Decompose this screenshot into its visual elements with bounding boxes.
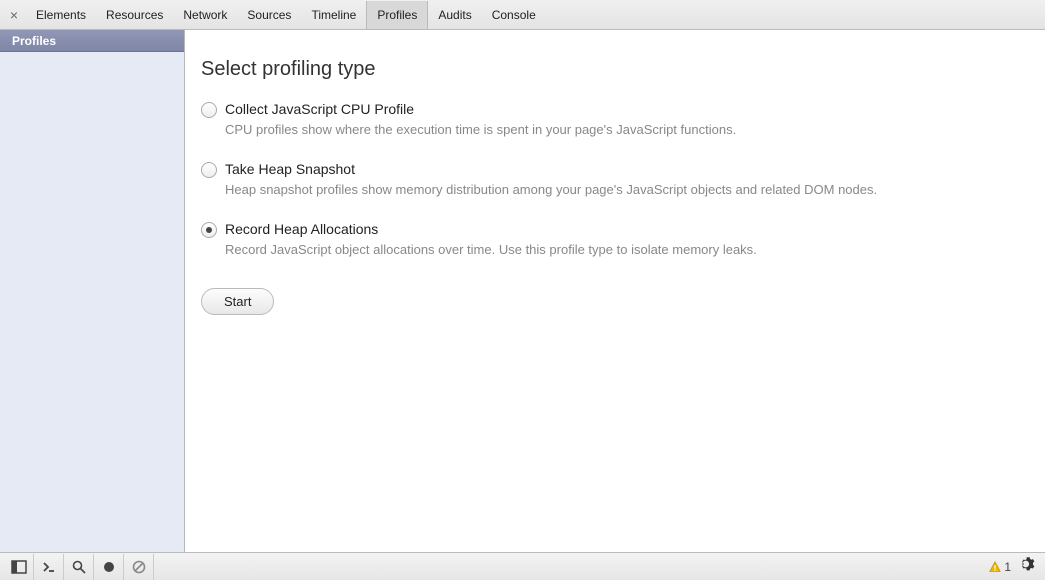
option-desc: CPU profiles show where the execution ti… bbox=[225, 121, 1035, 139]
radio-icon[interactable] bbox=[201, 102, 217, 118]
clear-icon[interactable] bbox=[124, 554, 154, 580]
warning-indicator[interactable]: 1 bbox=[988, 560, 1011, 574]
option-desc: Heap snapshot profiles show memory distr… bbox=[225, 181, 1035, 199]
tab-label: Network bbox=[183, 8, 227, 22]
sidebar-header: Profiles bbox=[0, 30, 184, 52]
search-icon[interactable] bbox=[64, 554, 94, 580]
tab-label: Sources bbox=[247, 8, 291, 22]
record-icon[interactable] bbox=[94, 554, 124, 580]
status-bar: 1 bbox=[0, 552, 1045, 580]
tab-network[interactable]: Network bbox=[173, 1, 237, 29]
sidebar-title: Profiles bbox=[12, 34, 56, 48]
settings-icon[interactable] bbox=[1019, 555, 1037, 578]
profile-option-cpu[interactable]: Collect JavaScript CPU Profile CPU profi… bbox=[201, 101, 1035, 139]
sidebar: Profiles bbox=[0, 30, 185, 552]
main-panel: Select profiling type Collect JavaScript… bbox=[185, 30, 1045, 552]
profile-option-heap-snapshot[interactable]: Take Heap Snapshot Heap snapshot profile… bbox=[201, 161, 1035, 199]
warning-count: 1 bbox=[1004, 560, 1011, 574]
tab-console[interactable]: Console bbox=[482, 1, 546, 29]
option-title: Take Heap Snapshot bbox=[225, 161, 1035, 177]
tab-label: Timeline bbox=[311, 8, 356, 22]
option-title: Collect JavaScript CPU Profile bbox=[225, 101, 1035, 117]
tab-audits[interactable]: Audits bbox=[428, 1, 481, 29]
tab-label: Console bbox=[492, 8, 536, 22]
option-title: Record Heap Allocations bbox=[225, 221, 1035, 237]
dock-icon[interactable] bbox=[4, 554, 34, 580]
close-icon[interactable]: × bbox=[6, 7, 22, 23]
tab-resources[interactable]: Resources bbox=[96, 1, 173, 29]
radio-icon[interactable] bbox=[201, 222, 217, 238]
devtools-tabs: × Elements Resources Network Sources Tim… bbox=[0, 0, 1045, 30]
profile-option-heap-allocations[interactable]: Record Heap Allocations Record JavaScrip… bbox=[201, 221, 1035, 259]
tab-profiles[interactable]: Profiles bbox=[366, 1, 428, 29]
tab-sources[interactable]: Sources bbox=[237, 1, 301, 29]
tab-label: Profiles bbox=[377, 8, 417, 22]
tab-label: Elements bbox=[36, 8, 86, 22]
tab-label: Resources bbox=[106, 8, 163, 22]
radio-icon[interactable] bbox=[201, 162, 217, 178]
option-desc: Record JavaScript object allocations ove… bbox=[225, 241, 1035, 259]
tab-timeline[interactable]: Timeline bbox=[301, 1, 366, 29]
page-title: Select profiling type bbox=[201, 58, 1035, 81]
console-toggle-icon[interactable] bbox=[34, 554, 64, 580]
start-button[interactable]: Start bbox=[201, 288, 274, 315]
tab-label: Audits bbox=[438, 8, 471, 22]
warning-icon bbox=[988, 560, 1002, 574]
tab-elements[interactable]: Elements bbox=[26, 1, 96, 29]
